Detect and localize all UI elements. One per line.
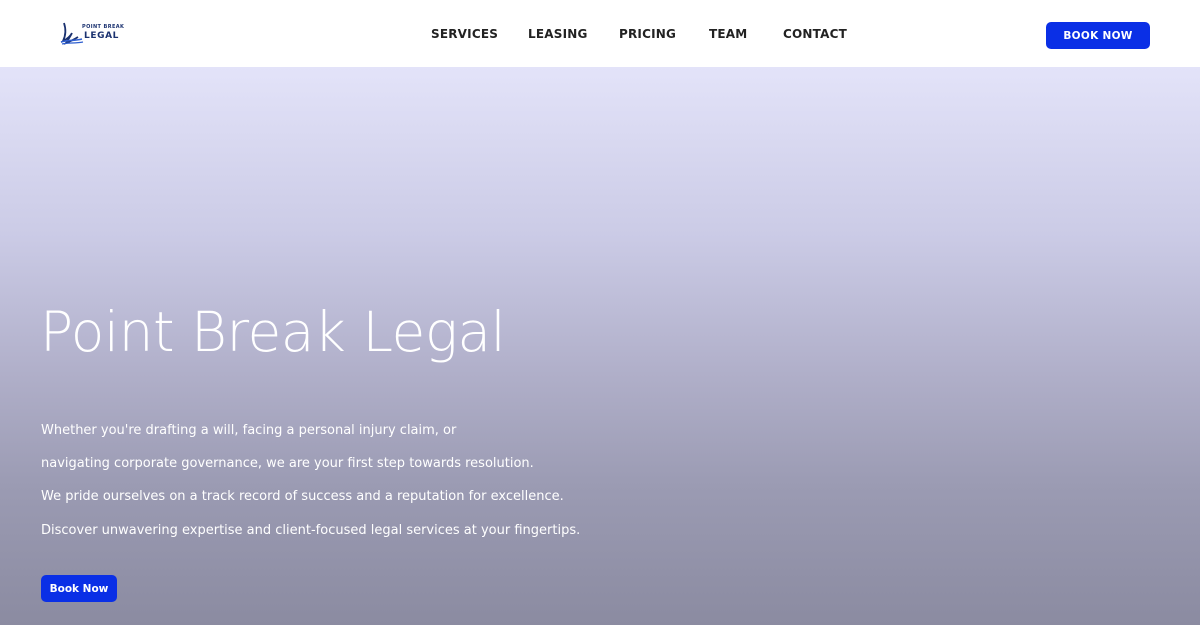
nav-item-leasing[interactable]: LEASING [528, 27, 588, 41]
hero-text-line-2: navigating corporate governance, we are … [41, 456, 534, 471]
nav-item-team[interactable]: TEAM [709, 27, 747, 41]
main-nav: SERVICES LEASING PRICING TEAM CONTACT [0, 27, 1200, 43]
book-now-button-hero[interactable]: Book Now [41, 575, 117, 602]
nav-item-contact[interactable]: CONTACT [783, 27, 847, 41]
hero-text-line-4: Discover unwavering expertise and client… [41, 523, 581, 538]
hero-title: Point Break Legal [40, 300, 506, 364]
nav-item-pricing[interactable]: PRICING [619, 27, 676, 41]
site-header: POINT BREAK LEGAL SERVICES LEASING PRICI… [0, 0, 1200, 67]
hero-text-line-3: We pride ourselves on a track record of … [41, 489, 564, 504]
book-now-button-header[interactable]: BOOK NOW [1046, 22, 1150, 49]
hero-section: Point Break Legal Whether you're draftin… [0, 67, 1200, 625]
nav-item-services[interactable]: SERVICES [431, 27, 498, 41]
hero-text-line-1: Whether you're drafting a will, facing a… [41, 423, 457, 438]
